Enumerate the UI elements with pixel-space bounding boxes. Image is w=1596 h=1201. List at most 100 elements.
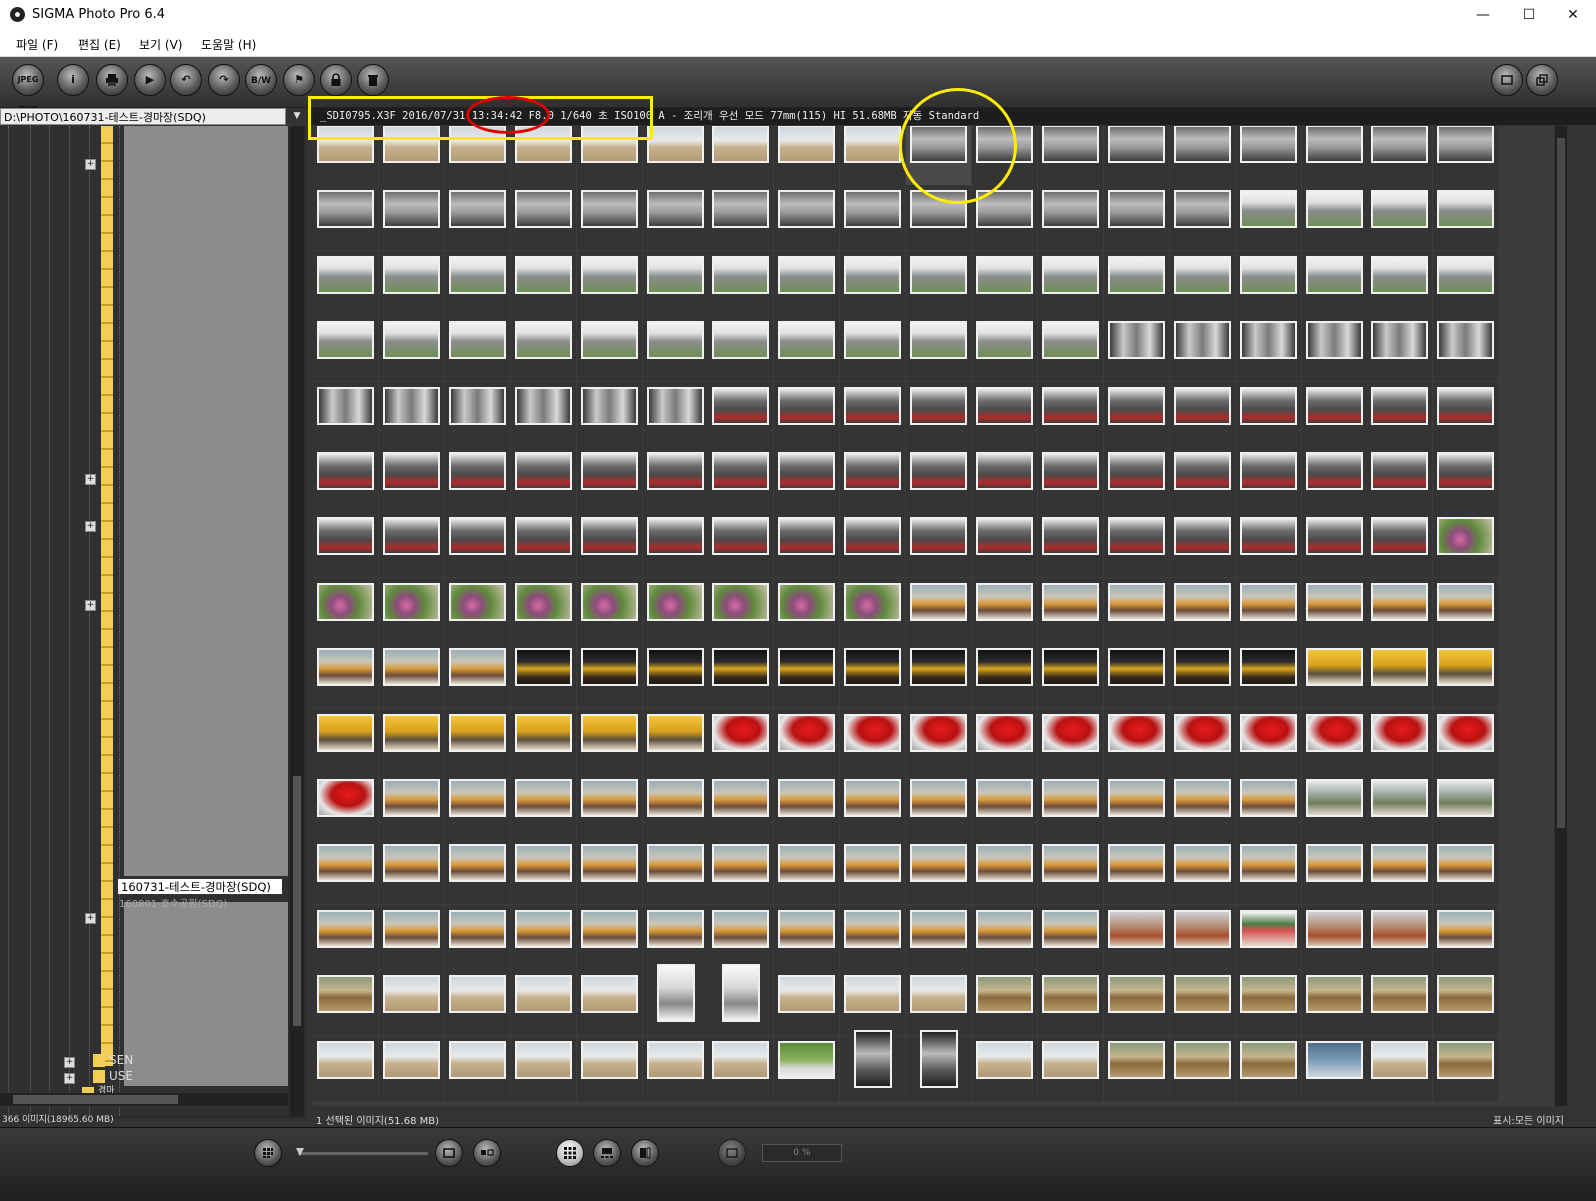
thumbnail-cell[interactable] [1301,185,1367,251]
thumbnail-cell[interactable] [1103,839,1169,905]
thumbnail-cell[interactable] [1301,904,1367,970]
thumbnail-cell[interactable] [1103,316,1169,382]
thumbnail-cell[interactable] [1235,447,1301,512]
thumbnail-cell[interactable] [906,316,972,382]
thumbnail-cell[interactable] [313,250,378,316]
thumbnail-cell[interactable] [1103,447,1169,512]
folder-item[interactable]: 160801-호수공원(SDQ) [119,895,227,910]
thumbnail-image[interactable] [1305,452,1363,490]
thumbnail-cell[interactable] [1433,577,1499,643]
thumbnail-image[interactable] [514,844,572,883]
thumbnail-image[interactable] [580,582,638,621]
thumbnail-image[interactable] [778,126,836,163]
thumbnail-image[interactable] [844,779,902,817]
thumbnail-cell[interactable] [774,904,840,970]
thumbnail-cell[interactable] [840,250,906,316]
thumbnail-cell[interactable] [708,1035,774,1101]
thumbnail-image[interactable] [1371,909,1429,948]
thumbnail-cell[interactable] [1367,126,1433,185]
thumbnail-image[interactable] [1437,452,1495,490]
thumbnail-cell[interactable] [1103,708,1169,774]
thumbnail-cell[interactable] [1367,316,1433,382]
thumbnail-cell[interactable] [708,512,774,578]
thumbnail-cell[interactable] [1367,1035,1433,1101]
thumbnail-image[interactable] [1305,1040,1363,1079]
thumbnail-image[interactable] [382,713,440,752]
thumbnail-cell[interactable] [840,904,906,970]
thumbnail-image[interactable] [646,452,704,490]
thumbnail-image[interactable] [448,975,506,1014]
thumbnail-image[interactable] [976,1040,1033,1079]
thumbnail-image[interactable] [1437,648,1495,687]
thumbnail-cell[interactable] [972,904,1037,970]
thumbnail-image[interactable] [1371,844,1429,883]
thumbnail-image[interactable] [976,713,1033,752]
thumbnail-image[interactable] [1305,582,1363,621]
rotate-left-button[interactable]: ↶ [170,64,202,96]
thumbnail-cell[interactable] [576,577,642,643]
thumbnail-image[interactable] [844,126,902,163]
thumbnail-cell[interactable] [1169,577,1235,643]
thumbnail-cell[interactable] [576,512,642,578]
thumbnail-image[interactable] [778,909,836,948]
thumbnail-image[interactable] [382,975,440,1014]
thumbnail-cell[interactable] [1367,381,1433,447]
thumbnail-image[interactable] [1173,126,1231,163]
thumbnail-cell[interactable] [1103,126,1169,185]
thumbnail-image[interactable] [646,1040,704,1079]
thumbnail-cell[interactable] [378,774,444,839]
thumbnail-cell[interactable] [313,904,378,970]
thumbnail-cell[interactable] [1169,126,1235,185]
menu-view[interactable]: 보기 (V) [139,36,182,53]
thumbnail-cell[interactable] [1235,904,1301,970]
thumbnail-image[interactable] [712,517,770,556]
thumbnail-cell[interactable] [1037,1035,1103,1101]
thumbnail-image[interactable] [646,648,704,687]
thumbnail-image[interactable] [1041,975,1099,1014]
thumbnail-cell[interactable] [576,185,642,251]
thumbnail-cell[interactable] [840,577,906,643]
thumbnail-image[interactable] [1239,452,1297,490]
thumbnail-image[interactable] [778,190,836,229]
thumbnail-cell[interactable] [1433,250,1499,316]
thumbnail-cell[interactable] [1169,970,1235,1036]
thumbnail-image[interactable] [580,648,638,687]
thumbnail-image[interactable] [1305,321,1363,360]
thumbnail-cell[interactable] [972,708,1037,774]
thumbnail-cell[interactable] [972,970,1037,1036]
thumbnail-image[interactable] [778,1040,836,1079]
thumbnail-cell[interactable] [972,643,1037,709]
thumbnail-cell[interactable] [1367,447,1433,512]
thumbnail-image[interactable] [976,648,1033,687]
thumbnail-cell[interactable] [510,250,576,316]
thumbnail-cell[interactable] [906,126,972,185]
thumbnail-cell[interactable] [1433,381,1499,447]
thumbnail-image[interactable] [382,126,440,163]
thumbnail-cell[interactable] [510,381,576,447]
thumbnail-image[interactable] [514,126,572,163]
bw-button[interactable]: B/W [245,64,277,96]
thumbnail-cell[interactable] [576,774,642,839]
thumbnail-image[interactable] [1371,126,1429,163]
thumbnail-image[interactable] [1041,126,1099,163]
thumbnail-image[interactable] [580,975,638,1014]
thumbnail-image[interactable] [514,517,572,556]
thumbnail-cell[interactable] [1103,970,1169,1036]
thumbnail-cell[interactable] [576,839,642,905]
thumbnail-cell[interactable] [972,1035,1037,1101]
thumbnail-image[interactable] [1239,255,1297,294]
thumbnail-image[interactable] [1107,1040,1165,1079]
thumbnail-cell[interactable] [378,643,444,709]
thumbnail-image[interactable] [317,909,374,948]
thumbnail-cell[interactable] [906,1029,972,1101]
thumbnail-cell[interactable] [1367,904,1433,970]
thumbnail-image[interactable] [778,452,836,490]
thumbnail-cell[interactable] [313,577,378,643]
thumbnail-image[interactable] [382,779,440,817]
thumbnail-cell[interactable] [1037,970,1103,1036]
thumbnail-image[interactable] [317,386,374,425]
rotate-right-button[interactable]: ↷ [208,64,240,96]
thumbnail-cell[interactable] [1433,970,1499,1036]
thumbnail-image[interactable] [1239,190,1297,229]
thumbnail-cell[interactable] [1103,381,1169,447]
